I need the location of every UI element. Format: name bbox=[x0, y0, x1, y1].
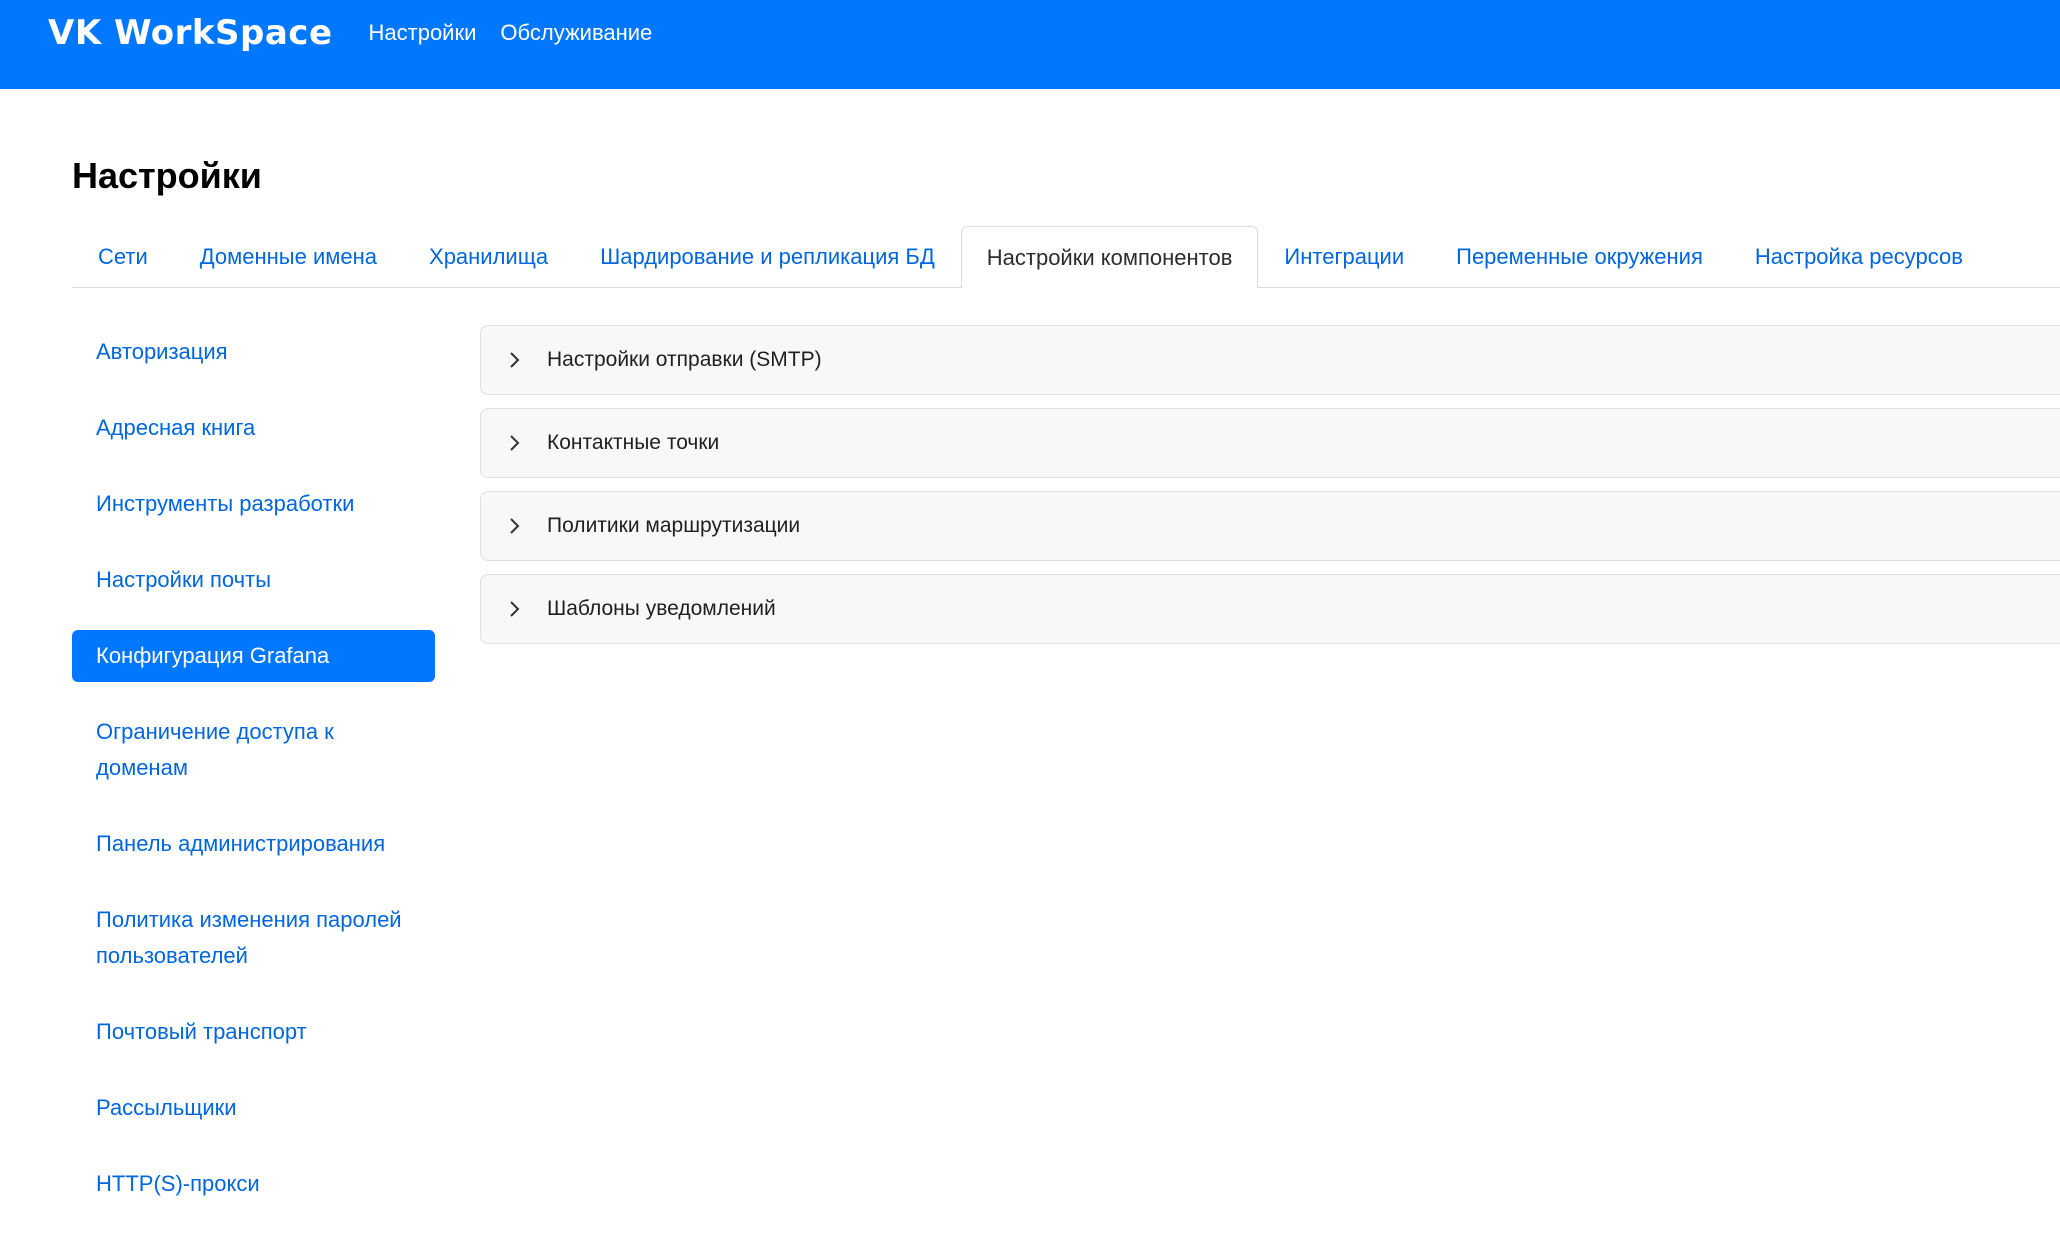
accordion-smtp-settings[interactable]: Настройки отправки (SMTP) bbox=[480, 325, 2060, 395]
chevron-right-icon bbox=[505, 516, 525, 536]
sidebar-item-admin-panel[interactable]: Панель администрирования bbox=[72, 818, 435, 870]
accordion-label: Настройки отправки (SMTP) bbox=[547, 348, 822, 371]
tab-environment-variables[interactable]: Переменные окружения bbox=[1430, 225, 1729, 287]
sidebar-item-authorization[interactable]: Авторизация bbox=[72, 326, 435, 378]
accordion-routing-policies[interactable]: Политики маршрутизации bbox=[480, 491, 2060, 561]
top-nav: Настройки Обслуживание bbox=[369, 18, 653, 48]
sidebar-item-mail-transport[interactable]: Почтовый транспорт bbox=[72, 1006, 435, 1058]
chevron-right-icon bbox=[505, 599, 525, 619]
accordion-label: Политики маршрутизации bbox=[547, 514, 801, 537]
top-nav-settings[interactable]: Настройки bbox=[369, 18, 477, 48]
tab-domain-names[interactable]: Доменные имена bbox=[174, 225, 403, 287]
sidebar-item-dev-tools[interactable]: Инструменты разработки bbox=[72, 478, 435, 530]
component-sidebar: Авторизация Адресная книга Инструменты р… bbox=[72, 326, 435, 1234]
chevron-right-icon bbox=[505, 433, 525, 453]
accordion-notification-templates[interactable]: Шаблоны уведомлений bbox=[480, 574, 2060, 644]
top-bar: VK WorkSpace Настройки Обслуживание bbox=[0, 0, 2060, 89]
sidebar-item-password-policy[interactable]: Политика изменения паролей пользователей bbox=[72, 894, 435, 982]
sidebar-item-address-book[interactable]: Адресная книга bbox=[72, 402, 435, 454]
sidebar-item-http-proxy[interactable]: HTTP(S)-прокси bbox=[72, 1158, 435, 1210]
tab-storages[interactable]: Хранилища bbox=[403, 225, 574, 287]
tab-resource-settings[interactable]: Настройка ресурсов bbox=[1729, 225, 1989, 287]
sidebar-item-mail-settings[interactable]: Настройки почты bbox=[72, 554, 435, 606]
sidebar-item-grafana-config[interactable]: Конфигурация Grafana bbox=[72, 630, 435, 682]
tab-component-settings[interactable]: Настройки компонентов bbox=[960, 226, 1259, 288]
page-title: Настройки bbox=[72, 155, 262, 196]
grafana-accordion: Настройки отправки (SMTP) Контактные точ… bbox=[480, 325, 2060, 657]
chevron-right-icon bbox=[505, 350, 525, 370]
accordion-label: Контактные точки bbox=[547, 431, 720, 454]
sidebar-item-mailers[interactable]: Рассыльщики bbox=[72, 1082, 435, 1134]
top-nav-maintenance[interactable]: Обслуживание bbox=[500, 18, 652, 48]
tab-db-sharding[interactable]: Шардирование и репликация БД bbox=[574, 225, 961, 287]
tab-integrations[interactable]: Интеграции bbox=[1258, 225, 1430, 287]
accordion-label: Шаблоны уведомлений bbox=[547, 597, 776, 620]
settings-tabs: Сети Доменные имена Хранилища Шардирован… bbox=[72, 226, 2060, 288]
app-logo[interactable]: VK WorkSpace bbox=[48, 16, 333, 50]
accordion-contact-points[interactable]: Контактные точки bbox=[480, 408, 2060, 478]
tab-networks[interactable]: Сети bbox=[72, 225, 174, 287]
sidebar-item-domain-access[interactable]: Ограничение доступа к доменам bbox=[72, 706, 435, 794]
